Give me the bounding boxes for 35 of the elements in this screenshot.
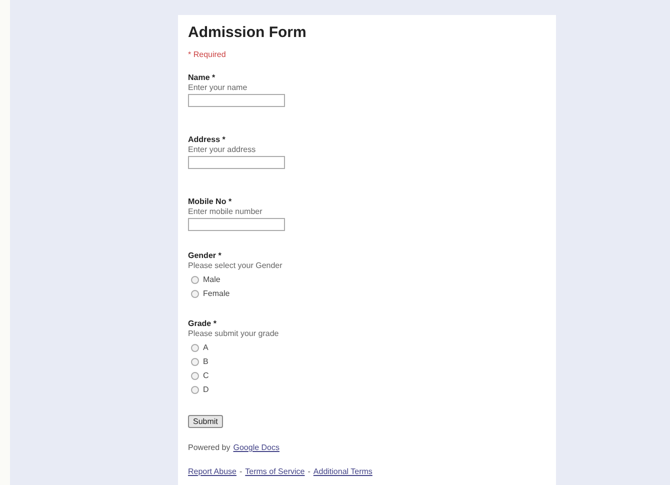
option-label: A — [203, 342, 208, 353]
radio-button[interactable] — [191, 276, 199, 284]
powered-by-text: Powered by — [188, 442, 230, 454]
radio-button[interactable] — [191, 358, 199, 366]
radio-button[interactable] — [191, 372, 199, 380]
link-separator: - — [308, 466, 310, 478]
text-input[interactable] — [188, 218, 285, 231]
field-label: Mobile No * — [188, 197, 233, 207]
field-hint: Enter your name — [188, 83, 248, 93]
option-label: C — [203, 370, 209, 381]
footer-link[interactable]: Report Abuse — [188, 466, 236, 478]
field-label: Address * — [188, 135, 226, 145]
radio-button[interactable] — [191, 386, 199, 394]
option-label: B — [203, 356, 208, 367]
required-note: * Required — [188, 49, 227, 61]
radio-button[interactable] — [191, 344, 199, 352]
radio-button[interactable] — [191, 290, 199, 298]
text-input[interactable] — [188, 94, 285, 107]
field-hint: Enter your address — [188, 145, 257, 155]
field-label: Name * — [188, 73, 216, 83]
field-hint: Please submit your grade — [188, 329, 280, 339]
field-label: Gender * — [188, 251, 222, 261]
footer-link[interactable]: Additional Terms — [313, 466, 372, 478]
field-hint: Please select your Gender — [188, 261, 284, 271]
field-label: Grade * — [188, 319, 218, 329]
form-title: Admission Form — [188, 23, 308, 43]
footer-link[interactable]: Terms of Service — [245, 466, 305, 478]
link-separator: - — [239, 466, 242, 478]
submit-button[interactable]: Submit — [188, 415, 223, 428]
field-hint: Enter mobile number — [188, 207, 264, 217]
google-docs-link[interactable]: Google Docs — [233, 442, 280, 454]
text-input[interactable] — [188, 156, 285, 169]
option-label: Female — [203, 288, 230, 299]
option-label: D — [203, 384, 209, 395]
option-label: Male — [203, 274, 220, 285]
